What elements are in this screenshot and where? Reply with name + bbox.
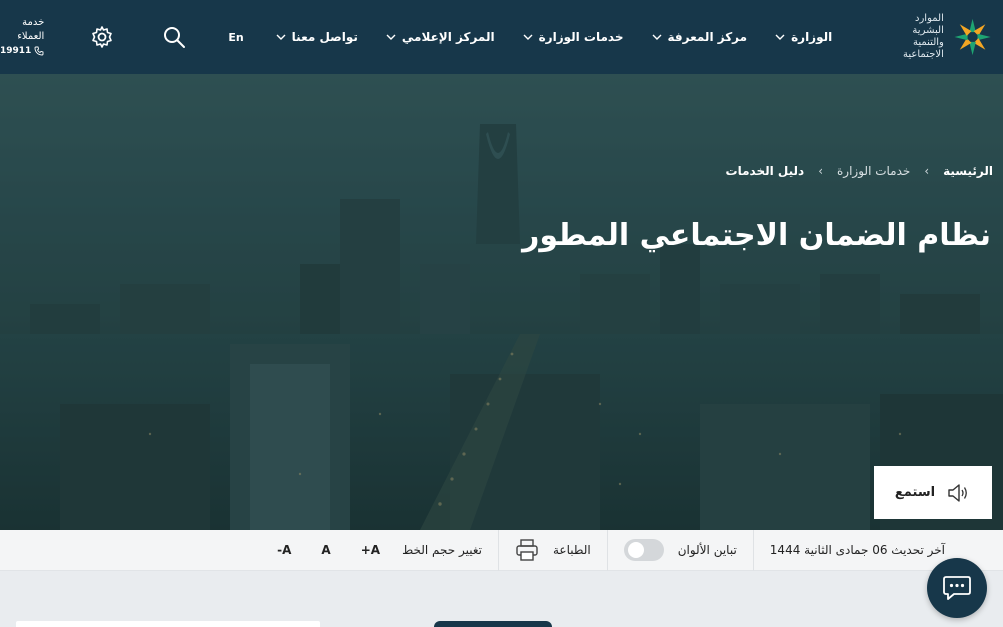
chat-button[interactable] bbox=[927, 558, 987, 618]
font-size-label: تغيير حجم الخط bbox=[402, 543, 482, 557]
chevron-down-icon bbox=[523, 34, 533, 40]
chevron-down-icon bbox=[775, 34, 785, 40]
chat-bubble-icon bbox=[943, 576, 971, 600]
listen-button[interactable]: استمع bbox=[874, 466, 992, 519]
contrast-toggle[interactable] bbox=[623, 539, 664, 561]
nav-item-label: تواصل معنا bbox=[291, 30, 358, 44]
language-switch[interactable]: En bbox=[210, 31, 261, 44]
nav-item-knowledge-center[interactable]: مركز المعرفة bbox=[638, 30, 762, 44]
content-card bbox=[16, 621, 320, 627]
hero-banner: الرئيسية › خدمات الوزارة › دليل الخدمات … bbox=[0, 74, 1003, 530]
breadcrumb-separator-icon: › bbox=[818, 164, 823, 178]
listen-label: استمع bbox=[894, 485, 936, 500]
contrast-label: تباين الألوان bbox=[677, 543, 737, 557]
breadcrumb-home[interactable]: الرئيسية bbox=[943, 164, 993, 178]
logo-star-icon bbox=[954, 18, 991, 56]
nav-item-contact-us[interactable]: تواصل معنا bbox=[262, 30, 372, 44]
gear-icon bbox=[92, 26, 113, 48]
city-skyline-image bbox=[0, 74, 1003, 530]
speaker-icon bbox=[948, 483, 967, 502]
logo-line2: والتنمية الاجتماعية bbox=[903, 37, 944, 60]
font-size-segment: تغيير حجم الخط A+ A A- bbox=[253, 530, 498, 571]
top-header: الموارد البشرية والتنمية الاجتماعية الوز… bbox=[0, 0, 1003, 74]
nav-item-ministry[interactable]: الوزارة bbox=[761, 30, 846, 44]
printer-icon[interactable] bbox=[515, 539, 539, 561]
chevron-down-icon bbox=[652, 34, 662, 40]
main-nav: الوزارة مركز المعرفة خدمات الوزارة المرك… bbox=[262, 30, 847, 44]
font-reset-button[interactable]: A bbox=[313, 543, 338, 557]
nav-item-ministry-services[interactable]: خدمات الوزارة bbox=[509, 30, 638, 44]
breadcrumb-current: دليل الخدمات bbox=[725, 164, 805, 178]
search-button[interactable] bbox=[162, 24, 186, 50]
print-label[interactable]: الطباعة bbox=[553, 543, 591, 557]
logo-line1: الموارد البشرية bbox=[912, 13, 944, 36]
nav-item-label: المركز الإعلامي bbox=[401, 30, 495, 44]
customer-service[interactable]: خدمة العملاء 19911 bbox=[0, 16, 44, 58]
content-tab[interactable] bbox=[434, 621, 552, 627]
last-update-text: آخر تحديث 06 جمادى الثانية 1444 bbox=[769, 543, 945, 557]
ministry-logo[interactable]: الموارد البشرية والتنمية الاجتماعية bbox=[882, 12, 993, 62]
chevron-down-icon bbox=[386, 34, 396, 40]
page-title: نظام الضمان الاجتماعي المطور bbox=[522, 218, 991, 253]
breadcrumb-separator-icon: › bbox=[924, 164, 930, 178]
font-decrease-button[interactable]: A- bbox=[269, 543, 299, 557]
breadcrumb-ministry-services[interactable]: خدمات الوزارة bbox=[837, 164, 910, 178]
nav-item-label: خدمات الوزارة bbox=[538, 30, 624, 44]
last-update-segment: آخر تحديث 06 جمادى الثانية 1444 bbox=[752, 529, 961, 571]
breadcrumb: الرئيسية › خدمات الوزارة › دليل الخدمات bbox=[726, 164, 993, 178]
logo-text: الموارد البشرية والتنمية الاجتماعية bbox=[882, 13, 944, 61]
nav-item-label: الوزارة bbox=[791, 30, 833, 44]
chevron-down-icon bbox=[276, 34, 286, 40]
customer-service-number: 19911 bbox=[0, 46, 32, 56]
nav-item-media-center[interactable]: المركز الإعلامي bbox=[372, 30, 509, 44]
nav-item-label: مركز المعرفة bbox=[667, 30, 748, 44]
contrast-segment: تباين الألوان bbox=[606, 529, 753, 571]
content-area bbox=[0, 571, 1003, 627]
print-segment[interactable]: الطباعة bbox=[497, 529, 607, 571]
customer-service-label: خدمة العملاء bbox=[17, 17, 45, 42]
settings-button[interactable] bbox=[90, 24, 114, 50]
search-icon bbox=[164, 27, 186, 48]
page-tools-bar: آخر تحديث 06 جمادى الثانية 1444 تباين ال… bbox=[0, 529, 1003, 571]
phone-icon bbox=[34, 46, 44, 56]
customer-service-number-row: 19911 bbox=[0, 44, 44, 58]
font-increase-button[interactable]: A+ bbox=[353, 543, 388, 557]
